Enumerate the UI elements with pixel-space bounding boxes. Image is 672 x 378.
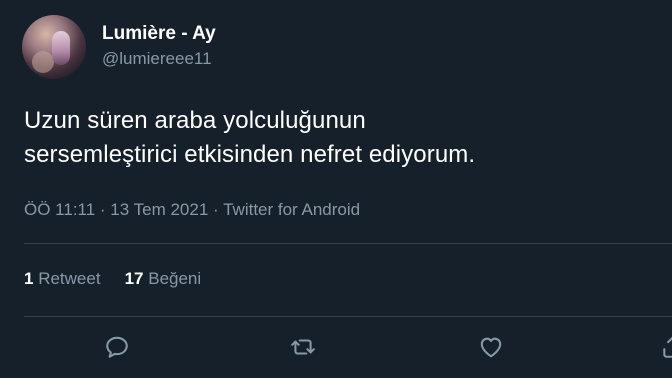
tweet-card: Lumière - Ay @lumiereee11 Uzun süren ara…: [0, 0, 672, 378]
user-names: Lumière - Ay @lumiereee11: [102, 23, 216, 69]
share-icon: [663, 336, 672, 358]
likes-count: 17: [124, 269, 144, 288]
retweets-label: Retweet: [38, 269, 101, 288]
likes-label: Beğeni: [148, 269, 202, 288]
avatar[interactable]: [22, 15, 86, 79]
divider: [24, 243, 672, 244]
tweet-text-line: Uzun süren araba yolculuğunun: [24, 107, 366, 134]
meta-separator: ·: [208, 200, 224, 219]
meta-separator: ·: [95, 200, 111, 219]
tweet-text-line: sersemleştirici etkisinden nefret ediyor…: [24, 141, 476, 168]
share-button[interactable]: [656, 330, 672, 364]
tweet-stats: 1 Retweet 17 Beğeni: [24, 268, 201, 290]
tweet-meta: ÖÖ 11:11 · 13 Tem 2021 · Twitter for And…: [24, 199, 360, 221]
avatar-shape: [52, 31, 70, 65]
tweet-text: Uzun süren araba yolculuğunun sersemleşt…: [24, 104, 654, 172]
tweet-source[interactable]: Twitter for Android: [223, 200, 360, 219]
heart-icon: [480, 337, 502, 358]
reply-button[interactable]: [100, 330, 134, 364]
reply-icon: [106, 336, 128, 358]
like-button[interactable]: [474, 330, 508, 364]
avatar-shape: [32, 51, 54, 73]
likes-stat[interactable]: 17 Beğeni: [125, 268, 202, 290]
user-handle[interactable]: @lumiereee11: [102, 49, 216, 69]
retweets-count: 1: [24, 269, 34, 288]
display-name[interactable]: Lumière - Ay: [102, 23, 216, 45]
tweet-date[interactable]: 13 Tem 2021: [110, 200, 208, 219]
retweet-button[interactable]: [286, 330, 320, 364]
divider: [24, 316, 672, 317]
tweet-header: Lumière - Ay @lumiereee11: [22, 15, 216, 79]
tweet-actions: [0, 330, 672, 364]
retweet-icon: [291, 339, 315, 355]
tweet-time[interactable]: ÖÖ 11:11: [24, 200, 95, 219]
retweets-stat[interactable]: 1 Retweet: [24, 268, 101, 290]
